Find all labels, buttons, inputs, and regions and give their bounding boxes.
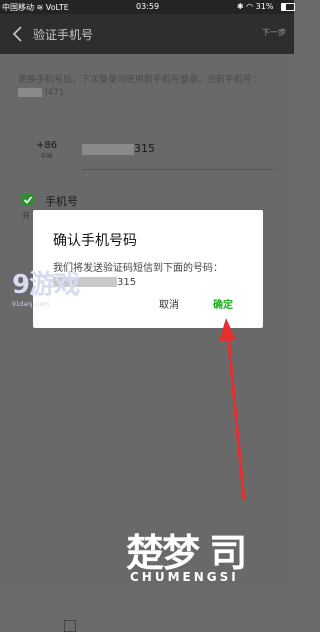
brand-name: CHUMENGSI — [130, 570, 239, 584]
brand-watermark: 楚梦 司 CHUMENGSI — [126, 522, 292, 587]
brand-logo: 楚梦 司 — [126, 531, 247, 575]
bottom-checkbox[interactable] — [64, 620, 76, 632]
annotation-arrow — [219, 318, 246, 501]
